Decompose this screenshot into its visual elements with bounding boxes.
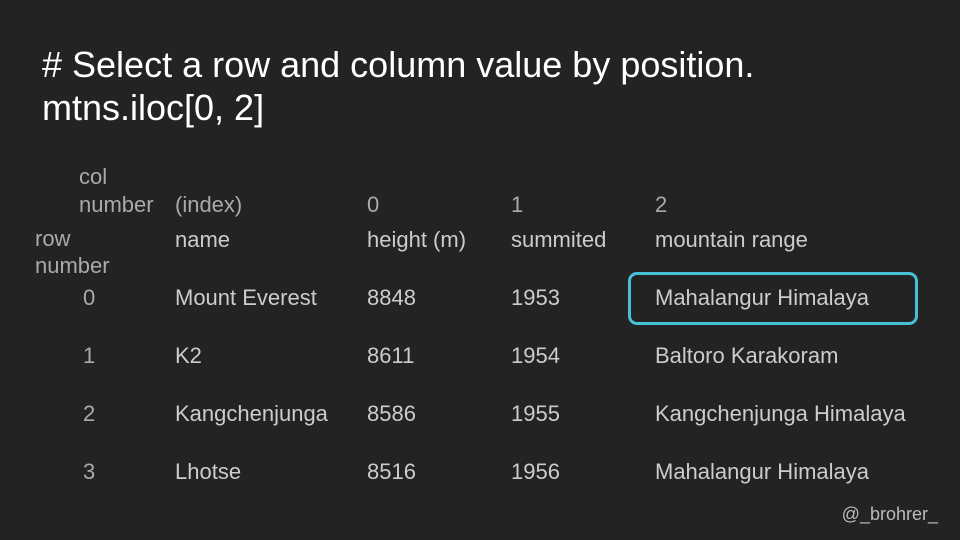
- row-number: 2: [83, 401, 96, 426]
- cell-range: Kangchenjunga Himalaya: [655, 401, 906, 426]
- col-number-label-line1: col: [79, 164, 108, 189]
- cell-range: Baltoro Karakoram: [655, 343, 839, 368]
- col-header-height: height (m): [367, 227, 467, 252]
- col-header-summited: summited: [511, 227, 607, 252]
- cell-summited: 1956: [511, 459, 560, 484]
- row-number-label-line2: number: [35, 253, 110, 278]
- cell-height: 8611: [367, 343, 415, 368]
- col-number-index: (index): [175, 192, 243, 217]
- cell-height: 8516: [367, 459, 416, 484]
- cell-height: 8848: [367, 285, 416, 310]
- col-header-range: mountain range: [655, 227, 808, 252]
- author-credit: @_brohrer_: [841, 504, 938, 524]
- col-number-2: 2: [655, 192, 668, 217]
- col-number-0: 0: [367, 192, 380, 217]
- row-number: 3: [83, 459, 96, 484]
- cell-name: K2: [175, 343, 202, 368]
- cell-summited: 1953: [511, 285, 560, 310]
- title-code: mtns.iloc[0, 2]: [42, 87, 265, 128]
- col-header-name: name: [175, 227, 231, 252]
- selected-cell-highlight: [628, 272, 918, 325]
- row-number: 1: [83, 343, 96, 368]
- row-number-label-line1: row: [35, 226, 71, 251]
- cell-summited: 1954: [511, 343, 560, 368]
- col-number-label-line2: number: [79, 192, 154, 217]
- cell-range: Mahalangur Himalaya: [655, 459, 869, 484]
- cell-summited: 1955: [511, 401, 560, 426]
- title-comment: # Select a row and column value by posit…: [42, 44, 755, 85]
- cell-name: Lhotse: [175, 459, 242, 484]
- cell-name: Mount Everest: [175, 285, 317, 310]
- row-number: 0: [83, 285, 96, 310]
- slide: # Select a row and column value by posit…: [0, 0, 960, 540]
- cell-height: 8586: [367, 401, 416, 426]
- cell-name: Kangchenjunga: [175, 401, 328, 426]
- col-number-1: 1: [511, 192, 524, 217]
